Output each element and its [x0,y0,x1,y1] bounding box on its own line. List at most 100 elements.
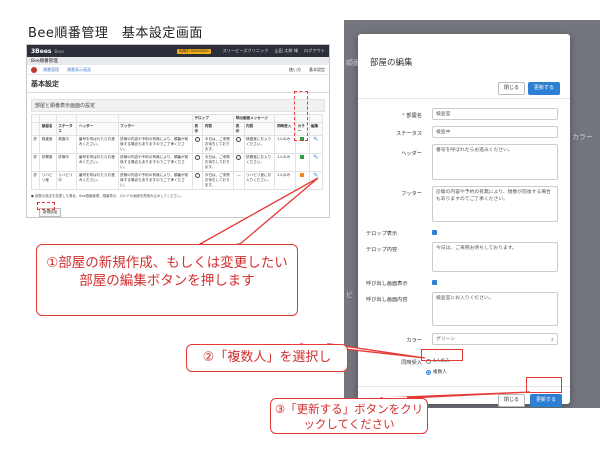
room-status: 検査中 [55,135,78,154]
callout-step1: ①部屋の新規作成、もしくは変更したい部屋の編集ボタンを押します [36,244,298,316]
app-topbar: 3Bees Bees 利用中 00000000 スリービーズクリニック 山田 太… [27,45,329,57]
clinic-name: スリービーズクリニック [222,48,269,53]
room-header: 番号を呼ばれたらお進みください。 [76,171,119,190]
modal-title: 部屋の編集 [370,58,413,68]
room-header: 番号を呼ばれたらお進みください。 [76,135,119,154]
bg-fragment: ビ [346,291,353,299]
nav-display-link[interactable]: 順番表示画面 [67,67,91,73]
callout-step2: ②「複数人」を選択し [186,344,348,372]
col-telop-content: 内容 [202,122,235,136]
col-msg-show: 表示 [233,122,245,136]
room-name: リハビリ室 [39,171,57,190]
row-icon: 診 [30,135,41,154]
accept-radio-multiple[interactable]: 複数人 [426,369,447,375]
color-swatch [300,173,305,177]
update-button-top[interactable]: 更新する [528,82,561,95]
divider [358,98,570,99]
msg-content: 検査室にお入りください。 [243,135,276,154]
accept-value: 1人のみ [274,135,297,154]
edit-room-modal: 部屋の編集 閉じる 更新する * 部屋名 検査室 ステータス 検査中 ヘッダー … [358,34,570,407]
telop-show-checkbox[interactable] [432,230,437,235]
circle-icon [195,173,201,178]
header-textarea[interactable]: 番号を呼ばれたらお進みください。 [432,144,558,180]
edit-icon[interactable]: ✎ [313,173,318,179]
telop-content: 今日は、ご来院お待ちしております。 [202,153,235,172]
circle-icon [236,155,242,160]
room-footer: 診療の内容や予約の有無により、順番が前後する場合もありますのでご了承ください。 [117,135,193,154]
edit-icon[interactable]: ✎ [313,155,318,161]
table-group-header: テロップ 呼出画面メッセージ [30,114,323,123]
group-telop: テロップ [191,114,235,123]
telop-show [191,135,204,154]
update-highlight [526,377,562,393]
room-name: 診察室 [39,153,57,172]
footer-label: フッター [401,191,422,197]
group-message: 呼出画面メッセージ [233,114,276,123]
dash-icon: ― [237,173,241,177]
accept-value: 1人のみ [274,153,297,172]
user-name[interactable]: 山田 太郎 様 [274,48,298,54]
telop-content-textarea[interactable]: 今日は、ご来院お待ちしております。 [432,242,558,272]
col-msg-content: 内容 [243,122,276,136]
col-status: ステータス [55,122,78,136]
room-status: リハビリ中 [55,171,78,190]
room-footer: 診療の内容や予約の有無により、順番が前後する場合もありますのでご了承ください。 [117,171,193,190]
close-button[interactable]: 閉じる [498,82,526,95]
room-name: 検査室 [39,135,57,154]
call-show-label: 呼び出し画面表示 [366,281,408,287]
help-link[interactable]: 使い方 [289,67,301,73]
page-title: 基本設定 [27,75,329,93]
logout-link[interactable]: ログアウト [304,48,325,54]
status-label: ステータス [396,131,422,137]
table-row: 診 リハビリ室 リハビリ中 番号を呼ばれたらお進みください。 診療の内容や予約の… [30,171,323,190]
col-edit: 編集 [308,122,323,136]
table-row: 診 検査室 検査中 番号を呼ばれたらお進みください。 診療の内容や予約の有無によ… [30,135,323,154]
row-icon: 診 [30,171,41,190]
color-select[interactable]: グリーン ⇕ [432,333,558,345]
close-button-bottom[interactable]: 閉じる [498,394,526,407]
row-icon: 診 [30,153,41,172]
app-icon [31,66,37,73]
col-accept: 同時受入 [274,122,297,136]
update-button-bottom[interactable]: 更新する [530,394,563,407]
telop-show-label: テロップ表示 [366,231,398,237]
edit-icon[interactable]: ✎ [313,137,318,143]
app-sub: Bees [54,48,65,54]
telop-content: 今日は、ご来院お待ちしております。 [202,171,235,190]
footer-textarea[interactable]: 診察の内容や予約の有無により、順番が前後する場合もありますのでご了承ください。 [432,186,558,222]
color-swatch-cell [295,153,310,172]
call-content-label: 呼び出し画面内容 [366,297,408,303]
call-content-textarea[interactable]: 検査室にお入りください。 [432,292,558,326]
section-title: 部屋と順番表示画面の設定 [31,99,325,112]
telop-content: 今日は、ご来院お待ちしております。 [202,135,235,154]
msg-show: ― [233,171,245,190]
msg-content: リハビリ室にお入りください。 [243,171,276,190]
app-subtitle: Bee順番管理 [27,57,329,65]
settings-link[interactable]: 基本設定 [309,67,325,73]
color-select-value: グリーン [436,337,455,342]
call-show-checkbox[interactable] [432,280,437,285]
new-highlight [37,202,55,210]
room-name-label: * 部屋名 [402,113,422,119]
app-logo: 3Bees [31,47,52,55]
room-status: 診療中 [55,153,78,172]
col-footer: フッター [117,122,193,136]
settings-screenshot: 3Bees Bees 利用中 00000000 スリービーズクリニック 山田 太… [26,44,330,218]
accept-value: 1人のみ [274,171,297,190]
edit-modal-screenshot: 順番 カラー ビ 部屋の編集 閉じる 更新する * 部屋名 検査室 ステータス … [344,20,600,408]
page-heading: Bee順番管理 基本設定画面 [28,26,203,41]
chevron-down-icon: ⇕ [550,337,554,342]
radio-highlight [421,349,463,361]
header-label: ヘッダー [401,151,422,157]
status-input[interactable]: 検査中 [432,126,558,138]
circle-icon [236,137,242,142]
radio-selected-icon [426,369,431,375]
col-room: 部屋名 [39,122,57,136]
msg-content: 診察室にお入りください。 [243,153,276,172]
telop-show [191,153,204,172]
sub-navigation: 順番管理 順番表示画面 使い方 基本設定 [27,65,329,75]
nav-order-link[interactable]: 順番管理 [43,67,59,73]
col-telop-show: 表示 [191,122,204,136]
room-name-input[interactable]: 検査室 [432,108,558,120]
col-header: ヘッダー [76,122,119,136]
